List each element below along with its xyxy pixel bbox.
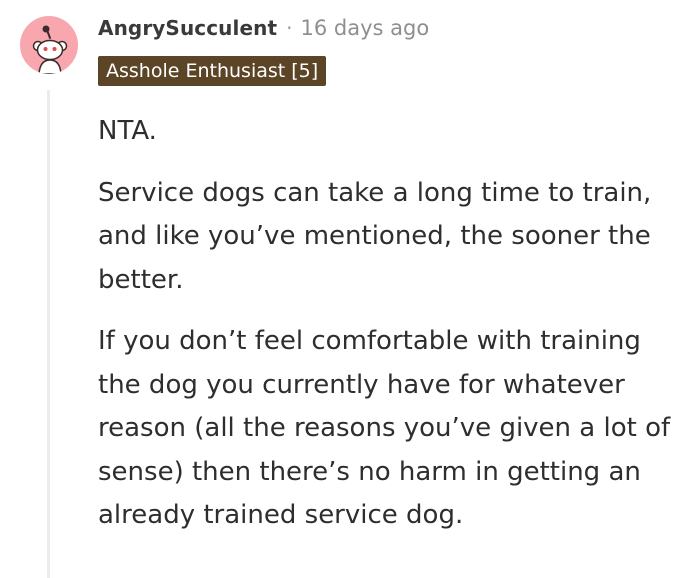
author-username[interactable]: AngrySucculent — [98, 16, 277, 40]
comment-timestamp[interactable]: 16 days ago — [301, 16, 430, 40]
comment: AngrySucculent · 16 days ago Asshole Ent… — [0, 0, 700, 578]
user-flair: Asshole Enthusiast [5] — [98, 56, 327, 86]
reddit-snoo-avatar-icon — [32, 25, 68, 74]
comment-paragraph: If you don’t feel comfortable with train… — [98, 326, 671, 530]
comment-paragraph: NTA. — [98, 116, 157, 146]
meta-separator: · — [286, 16, 293, 40]
comment-paragraph: Service dogs can take a long time to tra… — [98, 177, 652, 295]
comment-body: NTA. Service dogs can take a long time t… — [98, 110, 688, 556]
thread-collapse-line[interactable] — [47, 90, 50, 578]
avatar[interactable] — [20, 16, 78, 74]
comment-header: AngrySucculent · 16 days ago — [98, 12, 429, 44]
